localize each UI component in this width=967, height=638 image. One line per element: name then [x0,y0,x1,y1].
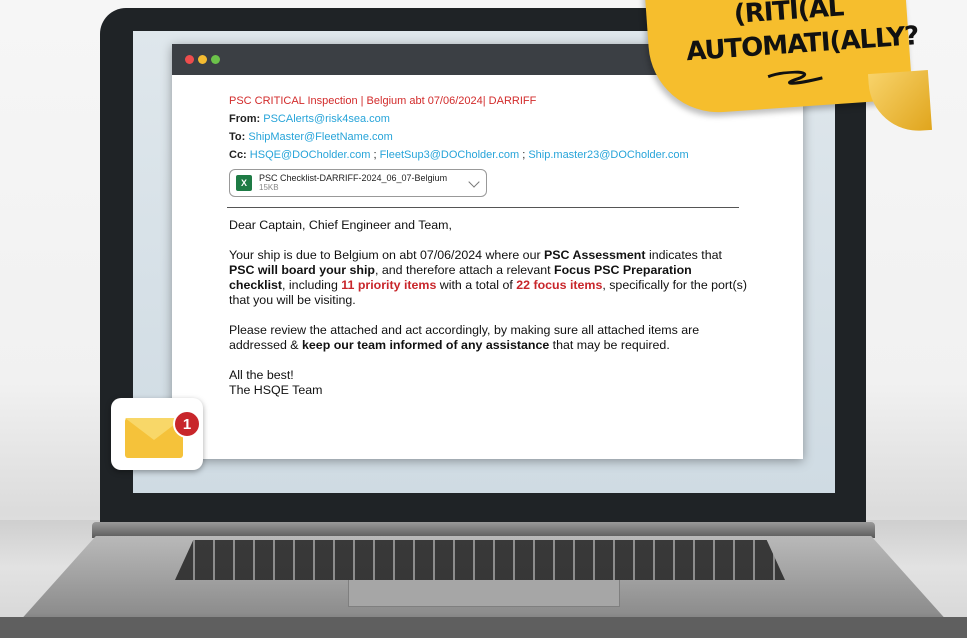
underline-scribble-icon [767,70,823,85]
to-label: To: [229,131,246,143]
attachment-chip[interactable]: X PSC Checklist-DARRIFF-2024_06_07-Belgi… [229,169,487,197]
cc-row: Cc: HSQE@DOCholder.com ; FleetSup3@DOCho… [229,149,749,161]
signoff-team: The HSQE Team [229,383,323,397]
attachment-size: 15KB [259,183,279,192]
signoff: All the best! The HSQE Team [229,368,749,398]
greeting: Dear Captain, Chief Engineer and Team, [229,218,452,232]
laptop-front-edge [0,617,967,638]
cc-label: Cc: [229,149,247,161]
text: , including [282,278,342,292]
cc-separator: ; [522,149,526,161]
priority-count: 11 priority items [341,278,437,292]
trackpad [348,580,620,607]
chevron-down-icon[interactable] [468,176,480,188]
text: , and therefore attach a relevant [374,263,555,277]
bold-text: PSC will board your ship [229,263,375,277]
minimize-window-dot[interactable] [198,55,207,64]
laptop-hinge [92,522,875,538]
cc-address[interactable]: Ship.master23@DOCholder.com [528,149,688,161]
email-body: Dear Captain, Chief Engineer and Team, Y… [229,218,749,398]
attachment-name: PSC Checklist-DARRIFF-2024_06_07-Belgium [259,173,448,183]
paragraph-2: Please review the attached and act accor… [229,323,749,353]
email-subject: PSC CRITICAL Inspection | Belgium abt 07… [229,95,537,107]
from-label: From: [229,113,261,125]
cc-separator: ; [373,149,377,161]
bold-text: PSC Assessment [544,248,646,262]
focus-count: 22 focus items [516,278,603,292]
maximize-window-dot[interactable] [211,55,220,64]
divider [227,207,739,208]
to-row: To: ShipMaster@FleetName.com [229,131,749,143]
keyboard [175,540,785,580]
text: that may be required. [549,338,670,352]
text: with a total of [436,278,517,292]
from-address[interactable]: PSCAlerts@risk4sea.com [263,113,390,125]
to-address[interactable]: ShipMaster@FleetName.com [248,131,392,143]
excel-icon: X [236,175,252,191]
close-window-dot[interactable] [185,55,194,64]
paragraph-1: Your ship is due to Belgium on abt 07/06… [229,248,749,308]
notification-badge: 1 [173,410,201,438]
cc-address[interactable]: HSQE@DOCholder.com [250,149,371,161]
sticky-note-text: (RITI(AL AUTOMATI(ALLY? [683,0,919,103]
text: indicates that [645,248,722,262]
from-row: From: PSCAlerts@risk4sea.com [229,113,749,125]
signoff-line: All the best! [229,368,294,382]
text: Your ship is due to Belgium on abt 07/06… [229,248,545,262]
email-content: PSC CRITICAL Inspection | Belgium abt 07… [227,95,749,398]
cc-address[interactable]: FleetSup3@DOCholder.com [380,149,520,161]
bold-text: keep our team informed of any assistance [302,338,550,352]
